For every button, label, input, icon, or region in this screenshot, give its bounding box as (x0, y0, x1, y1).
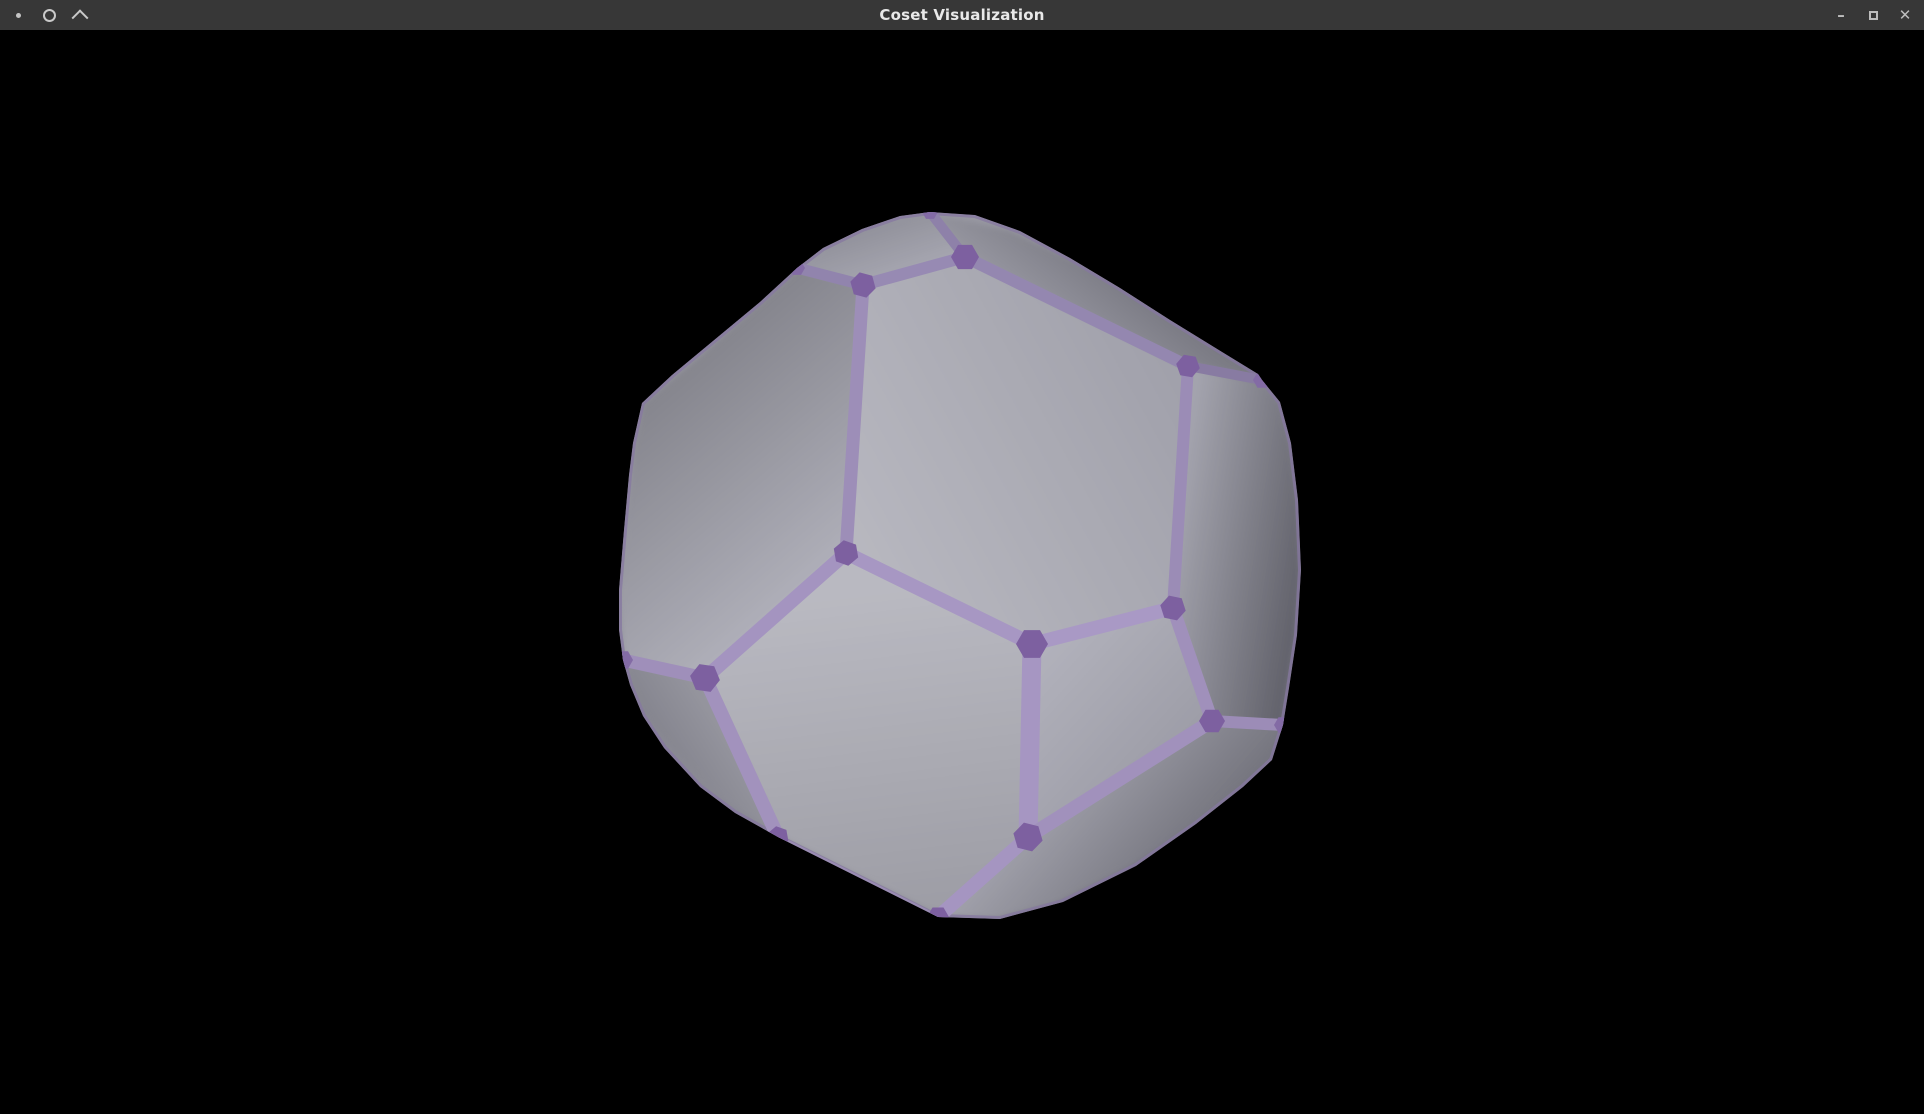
maximize-icon (1869, 11, 1878, 20)
faces (619, 212, 1301, 920)
close-button[interactable]: ✕ (1894, 4, 1916, 26)
render-canvas[interactable] (0, 30, 1924, 1114)
edge-E-I (1028, 644, 1032, 837)
polyhedron (613, 205, 1301, 926)
render-viewport[interactable] (0, 30, 1924, 1114)
minimize-button[interactable]: – (1830, 4, 1852, 26)
titlebar: Coset Visualization – ✕ (0, 0, 1924, 30)
maximize-button[interactable] (1862, 4, 1884, 26)
window-title: Coset Visualization (0, 0, 1924, 30)
window-controls: – ✕ (1830, 0, 1916, 30)
